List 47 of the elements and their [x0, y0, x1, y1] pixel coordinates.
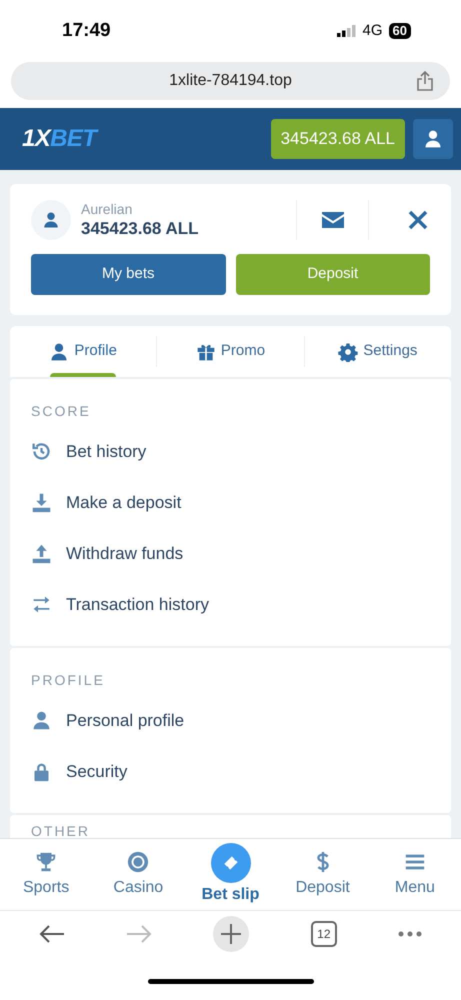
list-option[interactable]: Transaction history	[31, 579, 430, 630]
tab-indicator	[50, 373, 116, 377]
network-label: 4G	[362, 20, 383, 41]
transfer-icon	[31, 594, 52, 615]
trophy-icon	[35, 851, 58, 873]
list-option[interactable]: Bet history	[31, 426, 430, 477]
battery-indicator: 60	[388, 23, 411, 39]
account-balance: 345423.68 ALL	[81, 218, 200, 240]
profile-button[interactable]	[413, 119, 453, 159]
user-icon	[49, 342, 70, 362]
nav-item[interactable]: Deposit	[276, 845, 369, 900]
list-option[interactable]: Withdraw funds	[31, 528, 430, 579]
user-icon	[31, 710, 52, 731]
user-icon	[423, 129, 443, 149]
more-icon[interactable]	[398, 931, 422, 937]
my-bets-button[interactable]: My bets	[31, 254, 226, 295]
tab-count-button[interactable]: 12	[310, 921, 337, 947]
download-icon	[31, 492, 52, 513]
gear-icon	[338, 342, 358, 362]
nav-item[interactable]: Bet slip	[184, 845, 277, 907]
tab[interactable]: Settings	[338, 340, 418, 363]
url-bar[interactable]: 1xlite-784194.top	[11, 62, 450, 100]
tab[interactable]: Profile	[49, 340, 117, 363]
url-text: 1xlite-784194.top	[169, 71, 292, 91]
nav-item[interactable]: Menu	[368, 845, 461, 900]
close-icon[interactable]	[408, 210, 428, 230]
list-option[interactable]: Personal profile	[31, 695, 430, 746]
logo[interactable]: 1XBET	[22, 121, 263, 157]
nav-item[interactable]: Sports	[0, 845, 92, 900]
section-title: OTHER	[31, 822, 91, 838]
chip-icon	[127, 851, 150, 873]
account-name: Aurelian	[81, 200, 134, 218]
signal-icon	[336, 25, 357, 37]
status-time: 17:49	[62, 18, 111, 43]
user-icon	[42, 211, 60, 229]
new-tab-icon[interactable]	[213, 916, 250, 952]
section-title: PROFILE	[31, 671, 106, 690]
list-option[interactable]: Security	[31, 746, 430, 797]
back-icon[interactable]	[38, 924, 65, 944]
history-icon	[31, 441, 52, 462]
tab[interactable]: Promo	[196, 340, 266, 363]
list-option[interactable]: Make a deposit	[31, 477, 430, 528]
upload-icon	[31, 543, 52, 564]
section-title: SCORE	[31, 402, 92, 421]
share-icon[interactable]	[416, 71, 434, 91]
nav-item[interactable]: Casino	[92, 845, 184, 900]
mail-icon[interactable]	[322, 212, 344, 228]
